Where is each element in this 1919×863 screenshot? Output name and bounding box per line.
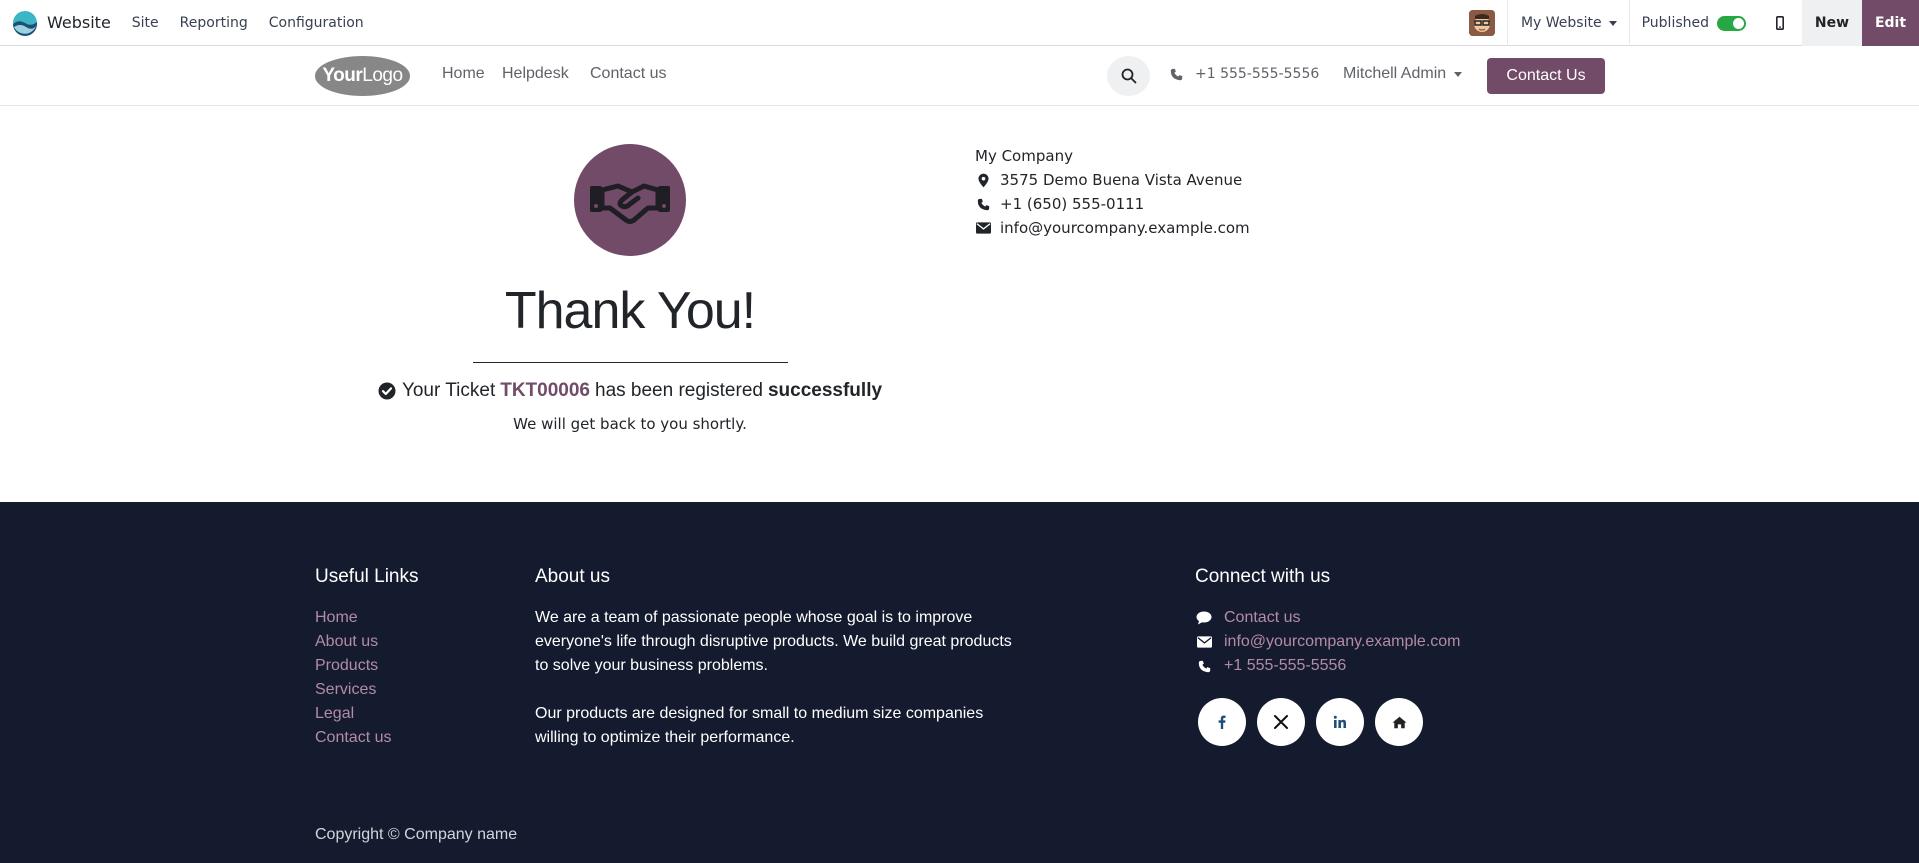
handshake-icon xyxy=(590,183,670,224)
footer-phone-label: +1 555-555-5556 xyxy=(1224,657,1347,674)
website-selector-label: My Website xyxy=(1520,15,1602,31)
footer-contact-us[interactable]: Contact us xyxy=(1195,609,1300,627)
footer-email[interactable]: info@yourcompany.example.com xyxy=(1195,633,1461,651)
handshake-badge xyxy=(574,144,686,256)
x-icon xyxy=(1274,715,1288,729)
header-phone-text: +1 555-555-5556 xyxy=(1195,66,1320,82)
about-p2-line: willing to optimize their performance. xyxy=(535,729,795,746)
caret-down-icon xyxy=(1454,71,1463,77)
footer-link-legal[interactable]: Legal xyxy=(315,705,354,723)
copyright: Copyright © Company name xyxy=(315,826,518,843)
ticket-id: TKT00006 xyxy=(500,380,591,401)
company-name: My Company xyxy=(975,147,1073,165)
useful-links-title: Useful Links xyxy=(315,566,419,587)
footer-link-about-us[interactable]: About us xyxy=(315,633,378,651)
ticket-middle: has been registered xyxy=(595,380,763,401)
check-circle-icon xyxy=(378,382,396,400)
menu-site[interactable]: Site xyxy=(132,15,159,31)
new-button[interactable]: New xyxy=(1802,0,1862,46)
website-app-icon xyxy=(13,10,37,36)
app-brand[interactable]: Website xyxy=(12,0,111,46)
ticket-confirmation: Your Ticket TKT00006 has been registered… xyxy=(0,380,1260,402)
phone-icon xyxy=(977,198,989,210)
mobile-preview-button[interactable] xyxy=(1758,0,1802,46)
about-p1-line: We are a team of passionate people whose… xyxy=(535,609,973,626)
menu-configuration[interactable]: Configuration xyxy=(269,15,364,31)
about-p1-line: to solve your business problems. xyxy=(535,657,768,674)
thank-you-heading: Thank You! xyxy=(504,282,756,340)
search-button[interactable] xyxy=(1107,56,1150,96)
envelope-icon xyxy=(975,222,991,234)
avatar-face-icon xyxy=(1468,10,1495,36)
about-p2-line: Our products are designed for small to m… xyxy=(535,705,984,722)
header-phone[interactable]: +1 555-555-5556 xyxy=(1170,66,1319,82)
phone-icon xyxy=(1170,68,1183,80)
ticket-suffix: successfully xyxy=(767,380,883,401)
linkedin-icon xyxy=(1333,715,1346,728)
about-paragraph-1: We are a team of passionate people whose… xyxy=(535,606,1012,678)
company-address-row: 3575 Demo Buena Vista Avenue xyxy=(975,171,1242,189)
footer-contact-us-label: Contact us xyxy=(1224,609,1301,626)
about-p1-line: everyone's life through disruptive produ… xyxy=(535,633,1012,650)
odoo-top-bar: Website Site Reporting Configuration My … xyxy=(0,0,1919,46)
comment-icon xyxy=(1196,611,1212,625)
app-name: Website xyxy=(47,13,111,32)
user-menu[interactable]: Mitchell Admin xyxy=(1343,65,1463,83)
logo-text-light: Logo xyxy=(362,65,403,86)
facebook-icon xyxy=(1218,715,1226,729)
map-marker-icon xyxy=(977,173,989,187)
company-email: info@yourcompany.example.com xyxy=(1000,219,1250,237)
connect-title: Connect with us xyxy=(1195,566,1331,587)
published-label: Published xyxy=(1641,15,1709,31)
mobile-icon xyxy=(1776,16,1784,30)
website-header: Your Logo Home Helpdesk Contact us +1 555… xyxy=(0,46,1919,106)
nav-home[interactable]: Home xyxy=(442,65,485,83)
search-icon xyxy=(1121,68,1136,84)
footer-phone[interactable]: +1 555-555-5556 xyxy=(1195,657,1346,675)
phone-icon xyxy=(1198,660,1210,672)
company-phone-row: +1 (650) 555-0111 xyxy=(975,195,1144,213)
nav-contact-us[interactable]: Contact us xyxy=(590,65,666,83)
toggle-switch-icon xyxy=(1717,15,1746,31)
published-toggle[interactable]: Published xyxy=(1630,15,1758,31)
main-content: Thank You! Your Ticket TKT00006 has been… xyxy=(0,106,1919,502)
linkedin-button[interactable] xyxy=(1316,698,1364,746)
ticket-prefix: Your Ticket xyxy=(401,380,496,401)
menu-reporting[interactable]: Reporting xyxy=(180,15,248,31)
footer-link-home[interactable]: Home xyxy=(315,609,358,627)
nav-helpdesk[interactable]: Helpdesk xyxy=(502,65,569,83)
footer-link-contact-us[interactable]: Contact us xyxy=(315,729,391,747)
divider xyxy=(473,362,788,363)
envelope-icon xyxy=(1196,636,1212,648)
about-paragraph-2: Our products are designed for small to m… xyxy=(535,702,983,750)
home-button[interactable] xyxy=(1375,698,1423,746)
user-avatar[interactable] xyxy=(1468,10,1495,36)
footer-link-services[interactable]: Services xyxy=(315,681,376,699)
company-phone: +1 (650) 555-0111 xyxy=(1000,195,1145,213)
footer xyxy=(0,502,1919,863)
logo-text-bold: Your xyxy=(322,65,363,86)
website-selector[interactable]: My Website xyxy=(1508,15,1629,31)
company-address: 3575 Demo Buena Vista Avenue xyxy=(1000,171,1243,189)
caret-down-icon xyxy=(1608,20,1617,26)
footer-email-label: info@yourcompany.example.com xyxy=(1224,633,1461,650)
x-twitter-button[interactable] xyxy=(1257,698,1305,746)
facebook-button[interactable] xyxy=(1198,698,1246,746)
user-name: Mitchell Admin xyxy=(1343,65,1447,82)
company-email-row: info@yourcompany.example.com xyxy=(975,219,1250,237)
edit-button[interactable]: Edit xyxy=(1862,0,1919,46)
site-logo[interactable]: Your Logo xyxy=(315,56,410,96)
contact-us-button[interactable]: Contact Us xyxy=(1487,58,1605,94)
footer-link-products[interactable]: Products xyxy=(315,657,378,675)
home-icon xyxy=(1392,716,1406,728)
follow-up-text: We will get back to you shortly. xyxy=(513,415,747,433)
about-title: About us xyxy=(535,566,610,587)
